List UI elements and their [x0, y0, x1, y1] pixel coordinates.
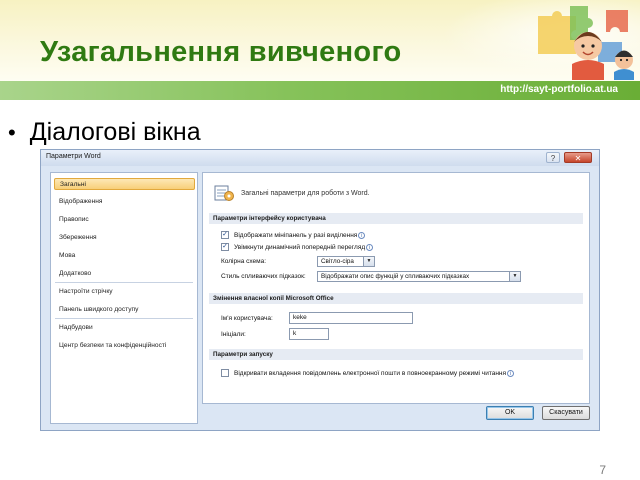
personalize-section-header: Змінення власної копії Microsoft Office [209, 293, 583, 304]
live-preview-checkbox[interactable]: ✓ [221, 243, 229, 251]
options-nav: Загальні Відображення Правопис Збереженн… [50, 172, 198, 424]
mini-toolbar-label: Відображати мініпанель у разі виділення [234, 231, 358, 239]
dialog-titlebar: Параметри Word ? ✕ [41, 150, 599, 166]
general-settings-icon [214, 185, 234, 201]
panel-heading: Загальні параметри для роботи з Word. [213, 183, 370, 203]
tooltip-style-value: Відображати опис функцій у спливаючих пі… [321, 273, 470, 280]
nav-item-add-ins[interactable]: Надбудови [54, 322, 195, 334]
username-input[interactable]: keke [289, 312, 413, 324]
word-options-dialog: Параметри Word ? ✕ Загальні Відображення… [40, 149, 600, 431]
tooltip-style-label: Стиль спливаючих підказок: [221, 273, 306, 280]
username-label: Ім'я користувача: [221, 315, 273, 322]
slide-title: Узагальнення вивченого [40, 36, 402, 68]
close-button[interactable]: ✕ [564, 152, 592, 163]
reading-mode-option[interactable]: Відкривати вкладення повідомлень електро… [221, 369, 515, 377]
chevron-down-icon[interactable]: ▼ [509, 272, 520, 281]
reading-mode-checkbox[interactable] [221, 369, 229, 377]
url-bar: http://sayt-portfolio.at.ua [0, 81, 640, 100]
info-icon: i [507, 369, 515, 377]
nav-item-trust-center[interactable]: Центр безпеки та конфіденційності [54, 340, 195, 352]
help-button[interactable]: ? [546, 152, 560, 163]
bullet-item: • Діалогові вікна [8, 118, 201, 147]
nav-item-general[interactable]: Загальні [54, 178, 195, 190]
info-icon: i [366, 243, 374, 251]
dialog-title: Параметри Word [46, 153, 101, 160]
tooltip-style-select[interactable]: Відображати опис функцій у спливаючих пі… [317, 271, 521, 282]
site-url[interactable]: http://sayt-portfolio.at.ua [500, 84, 618, 95]
initials-label: Ініціали: [221, 331, 246, 338]
startup-section-header: Параметри запуску [209, 349, 583, 360]
color-scheme-label: Колірна схема: [221, 258, 267, 265]
mini-toolbar-option[interactable]: ✓ Відображати мініпанель у разі виділенн… [221, 231, 366, 239]
cancel-button[interactable]: Скасувати [542, 406, 590, 420]
live-preview-label: Увімкнути динамічний попередній перегляд [234, 243, 366, 251]
nav-item-advanced[interactable]: Додатково [54, 268, 195, 280]
nav-item-quick-access-toolbar[interactable]: Панель швидкого доступу [54, 304, 195, 316]
ok-button[interactable]: OK [486, 406, 534, 420]
color-scheme-value: Світло-сіра [321, 258, 354, 265]
color-scheme-select[interactable]: Світло-сіра ▼ [317, 256, 375, 267]
ui-options-section-header: Параметри інтерфейсу користувача [209, 213, 583, 224]
nav-divider [55, 318, 193, 319]
panel-heading-text: Загальні параметри для роботи з Word. [241, 189, 370, 197]
slide-header: Узагальнення вивченого [0, 0, 640, 84]
slide-number: 7 [599, 463, 606, 477]
puzzle-kids-illustration [538, 6, 634, 80]
nav-item-save[interactable]: Збереження [54, 232, 195, 244]
options-main-panel: Загальні параметри для роботи з Word. Па… [202, 172, 590, 404]
nav-divider [55, 282, 193, 283]
initials-input[interactable]: k [289, 328, 329, 340]
info-icon: i [358, 231, 366, 239]
nav-item-customize-ribbon[interactable]: Настроїти стрічку [54, 286, 195, 298]
live-preview-option[interactable]: ✓ Увімкнути динамічний попередній перегл… [221, 243, 374, 251]
chevron-down-icon[interactable]: ▼ [363, 257, 374, 266]
mini-toolbar-checkbox[interactable]: ✓ [221, 231, 229, 239]
bullet-icon: • [8, 119, 16, 145]
nav-item-display[interactable]: Відображення [54, 196, 195, 208]
nav-item-proofing[interactable]: Правопис [54, 214, 195, 226]
reading-mode-label: Відкривати вкладення повідомлень електро… [234, 369, 507, 377]
bullet-text: Діалогові вікна [29, 118, 201, 146]
nav-item-language[interactable]: Мова [54, 250, 195, 262]
